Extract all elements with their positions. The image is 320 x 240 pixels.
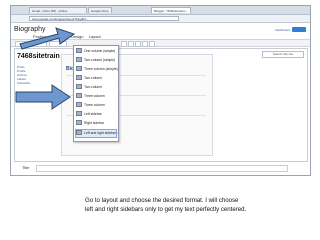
browser-tab[interactable]: Gmail - Inbox (58) - scribd... [29, 7, 87, 13]
layout-icon [76, 84, 82, 90]
layout-icon [76, 75, 82, 81]
layout-option-selected[interactable]: Left and right sidebars [75, 129, 118, 138]
footer-row: Title [14, 162, 306, 174]
browser-tab[interactable]: Google Drive [88, 7, 112, 13]
search-box[interactable]: Search this site [262, 51, 304, 58]
caption-line-2: left and right sidebars only to get my t… [85, 206, 247, 213]
instruction-caption: Go to layout and choose the desired form… [85, 196, 313, 214]
layout-option[interactable]: Right sidebar [76, 120, 116, 127]
layout-icon [76, 102, 82, 108]
toolbar-button[interactable] [149, 41, 155, 47]
layout-option[interactable]: One column (simple) [76, 48, 116, 55]
layout-option[interactable]: Two column [76, 75, 116, 82]
arrow-to-left-right-sidebars-icon [15, 84, 71, 110]
arrow-to-layout-tab-icon [19, 27, 76, 50]
toolbar-button[interactable] [135, 41, 141, 47]
layout-dropdown-menu: One column (simple) Two column (simple) … [73, 45, 119, 142]
layout-icon [76, 93, 82, 99]
layout-icon [76, 66, 82, 72]
layout-option[interactable]: Three column (simple) [76, 66, 118, 73]
dashboard-link[interactable]: Dashboard [275, 28, 290, 32]
toolbar-button[interactable] [142, 41, 148, 47]
layout-icon [76, 57, 82, 63]
layout-option[interactable]: Two column (simple) [76, 57, 116, 64]
footer-input[interactable] [36, 165, 288, 172]
browser-tab-active[interactable]: Blogger: 7468sitetrainin... [151, 7, 191, 13]
layout-option[interactable]: Left sidebar [76, 111, 116, 118]
caption-line-1: Go to layout and choose the desired form… [85, 197, 239, 204]
layout-option[interactable]: Two column [76, 84, 116, 91]
layout-option[interactable]: Three column [76, 102, 116, 109]
toolbar-button[interactable] [121, 41, 127, 47]
save-button[interactable] [292, 27, 306, 32]
site-heading: 7468sitetrain [17, 53, 60, 60]
layout-icon [76, 111, 82, 117]
layout-icon [76, 130, 82, 136]
toolbar-button[interactable] [128, 41, 134, 47]
layout-option[interactable]: Three column [76, 93, 116, 100]
layout-icon [76, 120, 82, 126]
footer-label: Title [22, 165, 30, 170]
url-input[interactable]: www.google.com/blogger/layout?blogID=... [29, 16, 179, 21]
browser-tab-bar: Gmail - Inbox (58) - scribd... Google Dr… [11, 6, 310, 15]
